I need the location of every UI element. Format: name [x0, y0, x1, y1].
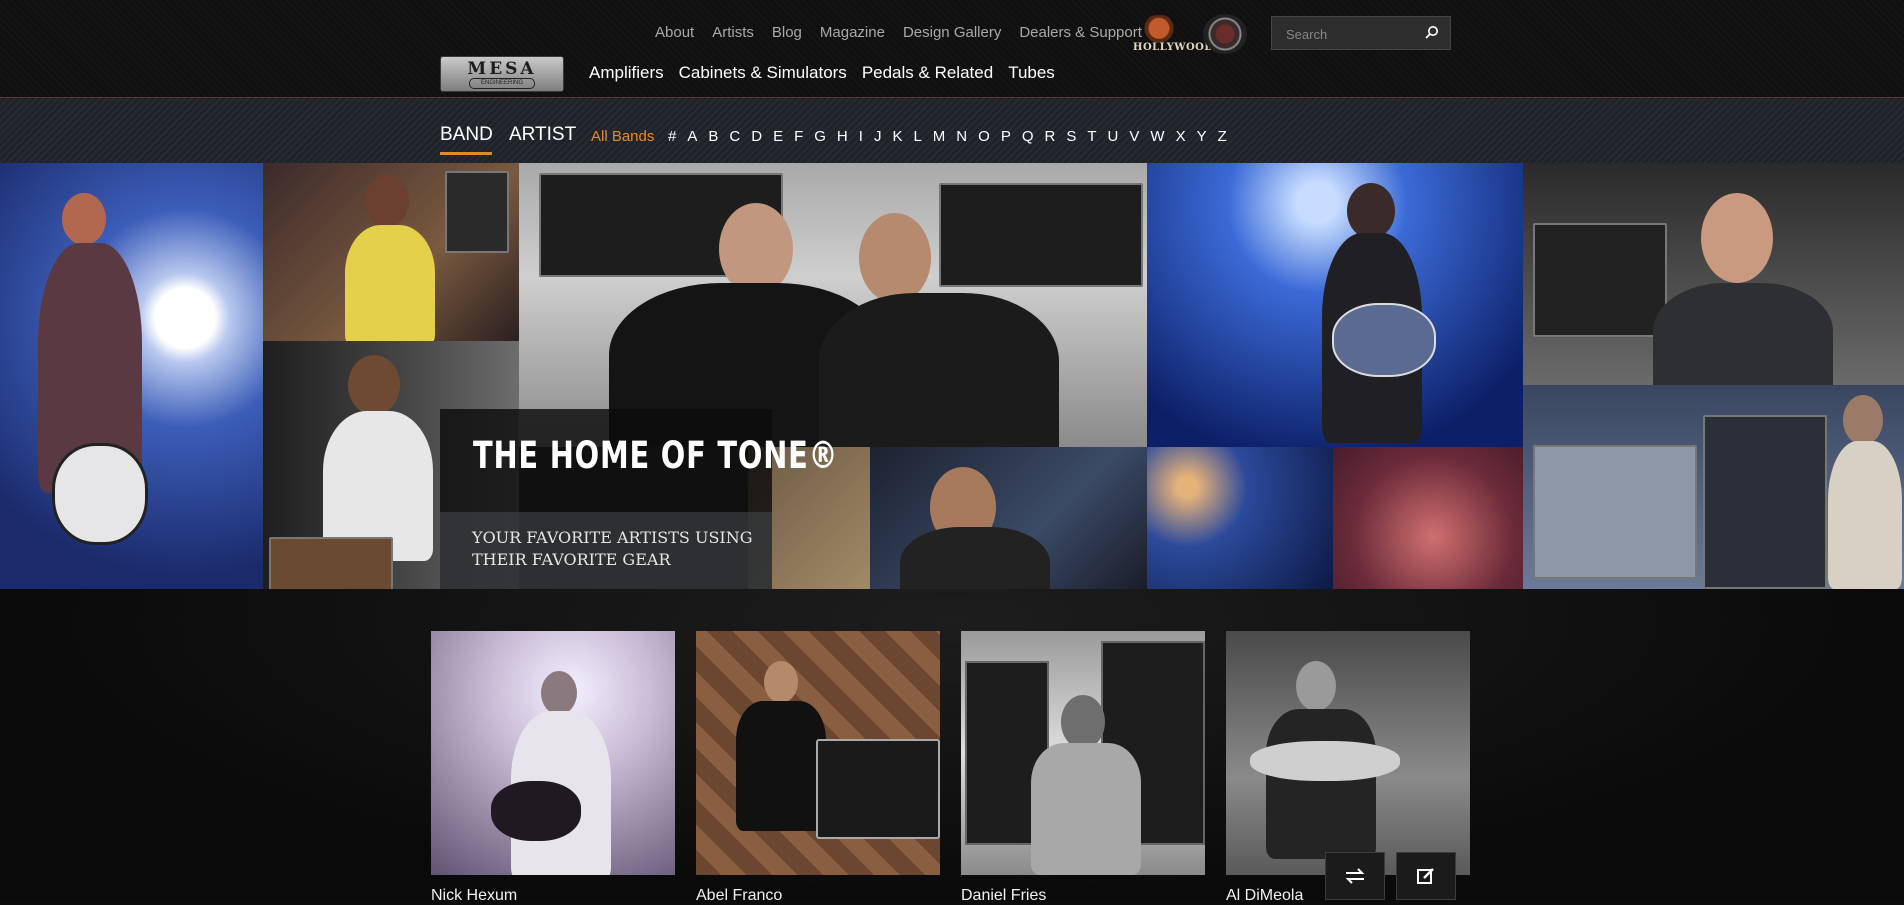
alphabet-letter-x[interactable]: X: [1176, 128, 1186, 145]
alphabet-letter-s[interactable]: S: [1066, 128, 1076, 145]
search-icon[interactable]: [1424, 25, 1440, 41]
alphabet-letter-i[interactable]: I: [859, 128, 863, 145]
nav-about-link[interactable]: About: [655, 24, 694, 41]
artist-card-al-dimeola[interactable]: Al DiMeola: [1226, 631, 1470, 904]
hero-subtitle: YOUR FAVORITE ARTISTS USING THEIR FAVORI…: [472, 528, 753, 569]
hero-collage: THE HOME OF TONE® YOUR FAVORITE ARTISTS …: [0, 163, 1904, 589]
site-header: About Artists Blog Magazine Design Galle…: [0, 0, 1904, 98]
artist-name: Daniel Fries: [961, 887, 1047, 904]
alphabet-letter-f[interactable]: F: [794, 128, 803, 145]
nav-tubes-link[interactable]: Tubes: [1008, 63, 1055, 83]
collage-photo-smiling-artist: [1523, 163, 1904, 385]
artist-name: Abel Franco: [696, 887, 783, 904]
alphabet-letter-c[interactable]: C: [729, 128, 740, 145]
collage-photo-amp-wall: [1523, 385, 1904, 589]
artist-name: Al DiMeola: [1226, 887, 1304, 904]
collage-photo-duo-amps: [519, 163, 1147, 447]
nav-dealers-support-link[interactable]: Dealers & Support: [1019, 24, 1142, 41]
tab-artist-label: ARTIST: [509, 124, 577, 145]
alphabet-letter-o[interactable]: O: [978, 128, 990, 145]
nav-magazine-link[interactable]: Magazine: [820, 24, 885, 41]
artist-photo: [431, 631, 675, 875]
alphabet-letter-n[interactable]: N: [956, 128, 967, 145]
artist-photo: [961, 631, 1205, 875]
collage-photo-stage-guitarist: [1147, 163, 1523, 447]
tab-band[interactable]: BAND: [440, 124, 493, 155]
artist-card-nick-hexum[interactable]: Nick Hexum: [431, 631, 675, 904]
edit-button[interactable]: [1396, 852, 1456, 900]
nav-amplifiers-link[interactable]: Amplifiers: [589, 63, 664, 83]
collage-photo-female-bassist: [263, 163, 519, 341]
alphabet-letter-z[interactable]: Z: [1218, 128, 1227, 145]
artist-card-abel-franco[interactable]: Abel Franco: [696, 631, 940, 904]
alphabet-letter-l[interactable]: L: [913, 128, 921, 145]
filter-all-bands[interactable]: All Bands: [591, 128, 654, 145]
collage-photo-bassist: [0, 163, 263, 589]
nav-artists-link[interactable]: Artists: [712, 24, 754, 41]
alphabet-letter-k[interactable]: K: [892, 128, 902, 145]
alphabet-letter-a[interactable]: A: [687, 128, 697, 145]
hollywood-logo-text: HOLLYWOOD: [1133, 42, 1214, 53]
artist-name: Nick Hexum: [431, 887, 518, 904]
alphabet-letter-hash[interactable]: #: [668, 128, 676, 145]
utility-nav: About Artists Blog Magazine Design Galle…: [655, 24, 1142, 41]
alphabet-letter-q[interactable]: Q: [1022, 128, 1034, 145]
nav-pedals-related-link[interactable]: Pedals & Related: [862, 63, 993, 83]
alphabet-letter-j[interactable]: J: [874, 128, 882, 145]
alphabet-filter: # A B C D E F G H I J K L M N O P Q R S T U V W X Y Z: [668, 128, 1227, 145]
tab-band-label: BAND: [440, 124, 493, 145]
swap-arrows-icon: [1345, 868, 1365, 884]
collage-photo-red-stage: [1333, 447, 1523, 589]
collage-photo-stage-small: [1147, 447, 1333, 589]
nav-cabinets-simulators-link[interactable]: Cabinets & Simulators: [679, 63, 847, 83]
search-input[interactable]: [1284, 24, 1408, 44]
alphabet-letter-w[interactable]: W: [1150, 128, 1164, 145]
alphabet-letter-h[interactable]: H: [837, 128, 848, 145]
alphabet-letter-r[interactable]: R: [1045, 128, 1056, 145]
mesa-hollywood-logo[interactable]: HOLLYWOOD: [1133, 15, 1214, 53]
mesa-engineering-logo[interactable]: MESA ENGINEERING: [440, 56, 564, 92]
collage-photo-screaming-guitarist: [870, 447, 1147, 589]
tab-artist[interactable]: ARTIST: [509, 124, 576, 146]
artist-photo: [696, 631, 940, 875]
artist-grid: [0, 589, 1904, 900]
logo-word: MESA: [467, 59, 537, 79]
artist-photo: [1226, 631, 1470, 875]
alphabet-letter-y[interactable]: Y: [1197, 128, 1207, 145]
alphabet-letter-e[interactable]: E: [773, 128, 783, 145]
nav-blog-link[interactable]: Blog: [772, 24, 802, 41]
alphabet-letter-t[interactable]: T: [1087, 128, 1096, 145]
alphabet-letter-u[interactable]: U: [1108, 128, 1119, 145]
hero-title: THE HOME OF TONE®: [473, 434, 839, 477]
active-tab-underline: [440, 152, 492, 155]
edit-icon: [1417, 868, 1434, 884]
alphabet-letter-v[interactable]: V: [1129, 128, 1139, 145]
alphabet-letter-d[interactable]: D: [751, 128, 762, 145]
search-box: [1271, 16, 1451, 50]
swap-button[interactable]: [1325, 852, 1385, 900]
mesa-boogie-badge-logo[interactable]: [1203, 14, 1247, 54]
alphabet-letter-b[interactable]: B: [708, 128, 718, 145]
logo-subtitle: ENGINEERING: [469, 78, 535, 89]
artist-card-daniel-fries[interactable]: Daniel Fries: [961, 631, 1205, 904]
alphabet-letter-m[interactable]: M: [933, 128, 946, 145]
alphabet-letter-p[interactable]: P: [1001, 128, 1011, 145]
nav-design-gallery-link[interactable]: Design Gallery: [903, 24, 1001, 41]
main-nav: Amplifiers Cabinets & Simulators Pedals …: [589, 63, 1055, 83]
artist-filter-bar: BAND ARTIST All Bands # A B C D E F G H I J K L M N O P Q…: [0, 98, 1904, 163]
alphabet-letter-g[interactable]: G: [814, 128, 826, 145]
